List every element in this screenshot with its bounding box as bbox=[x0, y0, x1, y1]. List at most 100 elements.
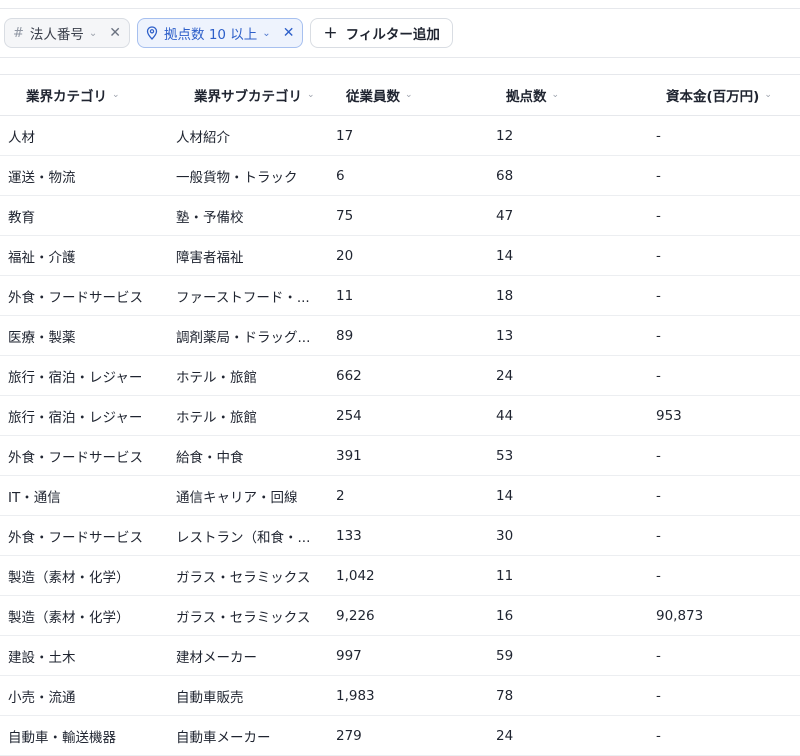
cell-subcategory: 給食・中食 bbox=[168, 435, 328, 476]
cell-employees: 20 bbox=[328, 235, 488, 276]
cell-locations: 11 bbox=[488, 555, 648, 596]
table-row[interactable]: IT・通信 通信キャリア・回線 2 14- bbox=[0, 475, 800, 516]
column-header-label: 拠点数 bbox=[506, 89, 547, 105]
cell-capital: - bbox=[648, 195, 800, 236]
table-header-row: 業界カテゴリ ⌄ 業界サブカテゴリ ⌄ 従業員数 ⌄ 拠点数 ⌄ 資本金(百万円) ⌄ bbox=[0, 74, 800, 116]
cell-employees: 2 bbox=[328, 475, 488, 516]
table-row[interactable]: 自動車・輸送機器 自動車メーカー 279 24- bbox=[0, 715, 800, 756]
cell-employees: 1,983 bbox=[328, 675, 488, 716]
column-header-capital[interactable]: 資本金(百万円) ⌄ bbox=[648, 74, 800, 116]
cell-subcategory: 自動車メーカー bbox=[168, 715, 328, 756]
table-row[interactable]: 建設・土木 建材メーカー 997 59- bbox=[0, 635, 800, 676]
table-row[interactable]: 旅行・宿泊・レジャー ホテル・旅館 254 44 953 bbox=[0, 395, 800, 436]
cell-locations: 12 bbox=[488, 115, 648, 156]
cell-industry: 外食・フードサービス bbox=[0, 515, 168, 556]
cell-locations: 14 bbox=[488, 475, 648, 516]
table-row[interactable]: 製造（素材・化学） ガラス・セラミックス 1,042 11- bbox=[0, 555, 800, 596]
location-pin-icon bbox=[146, 26, 158, 40]
column-header-locations[interactable]: 拠点数 ⌄ bbox=[488, 74, 648, 116]
table-row[interactable]: 製造（素材・化学） ガラス・セラミックス 9,226 16 90,873 bbox=[0, 595, 800, 636]
table-row[interactable]: 医療・製薬 調剤薬局・ドラッグ... 89 13- bbox=[0, 315, 800, 356]
cell-capital: - bbox=[648, 715, 800, 756]
cell-industry: 医療・製薬 bbox=[0, 315, 168, 356]
filter-chip-label: 拠点数 10 以上 bbox=[164, 27, 258, 43]
add-filter-button[interactable]: + フィルター追加 bbox=[310, 18, 453, 48]
chevron-down-icon[interactable]: ⌄ bbox=[262, 28, 270, 39]
column-header-employees[interactable]: 従業員数 ⌄ bbox=[328, 74, 488, 116]
cell-locations: 78 bbox=[488, 675, 648, 716]
chevron-down-icon[interactable]: ⌄ bbox=[112, 90, 120, 100]
cell-industry: 教育 bbox=[0, 195, 168, 236]
chevron-down-icon[interactable]: ⌄ bbox=[307, 90, 315, 100]
cell-employees: 11 bbox=[328, 275, 488, 316]
cell-employees: 279 bbox=[328, 715, 488, 756]
close-icon[interactable]: ✕ bbox=[109, 25, 121, 41]
column-header-industry[interactable]: 業界カテゴリ ⌄ bbox=[0, 74, 168, 116]
column-header-label: 業界サブカテゴリ bbox=[194, 89, 302, 105]
table-row[interactable]: 福祉・介護 障害者福祉 20 14- bbox=[0, 235, 800, 276]
table-row[interactable]: 旅行・宿泊・レジャー ホテル・旅館 662 24- bbox=[0, 355, 800, 396]
cell-capital: 90,873 bbox=[648, 595, 800, 636]
cell-industry: 製造（素材・化学） bbox=[0, 555, 168, 596]
filter-chip-locations[interactable]: 拠点数 10 以上 ⌄ ✕ bbox=[137, 18, 304, 48]
filter-chip-corporate-number[interactable]: # 法人番号 ⌄ ✕ bbox=[4, 18, 131, 48]
cell-employees: 75 bbox=[328, 195, 488, 236]
cell-locations: 14 bbox=[488, 235, 648, 276]
cell-subcategory: 調剤薬局・ドラッグ... bbox=[168, 315, 328, 356]
cell-employees: 6 bbox=[328, 155, 488, 196]
cell-employees: 254 bbox=[328, 395, 488, 436]
cell-subcategory: 人材紹介 bbox=[168, 115, 328, 156]
table-row[interactable]: 人材 人材紹介 17 12- bbox=[0, 115, 800, 156]
chevron-down-icon[interactable]: ⌄ bbox=[89, 28, 97, 39]
cell-subcategory: 一般貨物・トラック bbox=[168, 155, 328, 196]
cell-industry: 福祉・介護 bbox=[0, 235, 168, 276]
cell-industry: 外食・フードサービス bbox=[0, 275, 168, 316]
cell-employees: 89 bbox=[328, 315, 488, 356]
cell-employees: 662 bbox=[328, 355, 488, 396]
cell-employees: 133 bbox=[328, 515, 488, 556]
cell-industry: 建設・土木 bbox=[0, 635, 168, 676]
cell-subcategory: ホテル・旅館 bbox=[168, 355, 328, 396]
cell-subcategory: 塾・予備校 bbox=[168, 195, 328, 236]
toolbar-divider bbox=[0, 57, 800, 58]
chevron-down-icon[interactable]: ⌄ bbox=[405, 90, 413, 100]
cell-locations: 24 bbox=[488, 355, 648, 396]
column-header-label: 従業員数 bbox=[346, 89, 400, 105]
table-row[interactable]: 外食・フードサービス 給食・中食 391 53- bbox=[0, 435, 800, 476]
company-table: 業界カテゴリ ⌄ 業界サブカテゴリ ⌄ 従業員数 ⌄ 拠点数 ⌄ 資本金(百万円) ⌄ 人… bbox=[0, 74, 800, 756]
cell-subcategory: ガラス・セラミックス bbox=[168, 555, 328, 596]
close-icon[interactable]: ✕ bbox=[283, 25, 295, 41]
cell-subcategory: 自動車販売 bbox=[168, 675, 328, 716]
cell-locations: 53 bbox=[488, 435, 648, 476]
cell-locations: 44 bbox=[488, 395, 648, 436]
cell-employees: 1,042 bbox=[328, 555, 488, 596]
table-row[interactable]: 運送・物流 一般貨物・トラック 6 68- bbox=[0, 155, 800, 196]
cell-locations: 13 bbox=[488, 315, 648, 356]
cell-industry: 旅行・宿泊・レジャー bbox=[0, 355, 168, 396]
chevron-down-icon[interactable]: ⌄ bbox=[552, 90, 560, 100]
cell-capital: - bbox=[648, 555, 800, 596]
cell-industry: 旅行・宿泊・レジャー bbox=[0, 395, 168, 436]
cell-subcategory: 建材メーカー bbox=[168, 635, 328, 676]
table-body: 人材 人材紹介 17 12- 運送・物流 一般貨物・トラック 6 68- 教育 塾・予備校 75 47… bbox=[0, 115, 800, 756]
cell-locations: 18 bbox=[488, 275, 648, 316]
cell-subcategory: ホテル・旅館 bbox=[168, 395, 328, 436]
cell-capital: - bbox=[648, 635, 800, 676]
cell-locations: 24 bbox=[488, 715, 648, 756]
cell-industry: 運送・物流 bbox=[0, 155, 168, 196]
table-row[interactable]: 小売・流通 自動車販売 1,983 78- bbox=[0, 675, 800, 716]
cell-subcategory: ファーストフード・... bbox=[168, 275, 328, 316]
cell-subcategory: 障害者福祉 bbox=[168, 235, 328, 276]
cell-employees: 997 bbox=[328, 635, 488, 676]
cell-capital: - bbox=[648, 235, 800, 276]
cell-locations: 30 bbox=[488, 515, 648, 556]
cell-industry: IT・通信 bbox=[0, 475, 168, 516]
table-row[interactable]: 教育 塾・予備校 75 47- bbox=[0, 195, 800, 236]
table-row[interactable]: 外食・フードサービス レストラン（和食・... 133 30- bbox=[0, 515, 800, 556]
cell-capital: - bbox=[648, 275, 800, 316]
chevron-down-icon[interactable]: ⌄ bbox=[764, 90, 772, 100]
column-header-subcategory[interactable]: 業界サブカテゴリ ⌄ bbox=[168, 74, 328, 116]
hash-icon: # bbox=[13, 25, 24, 41]
table-row[interactable]: 外食・フードサービス ファーストフード・... 11 18- bbox=[0, 275, 800, 316]
column-header-label: 資本金(百万円) bbox=[666, 89, 760, 105]
